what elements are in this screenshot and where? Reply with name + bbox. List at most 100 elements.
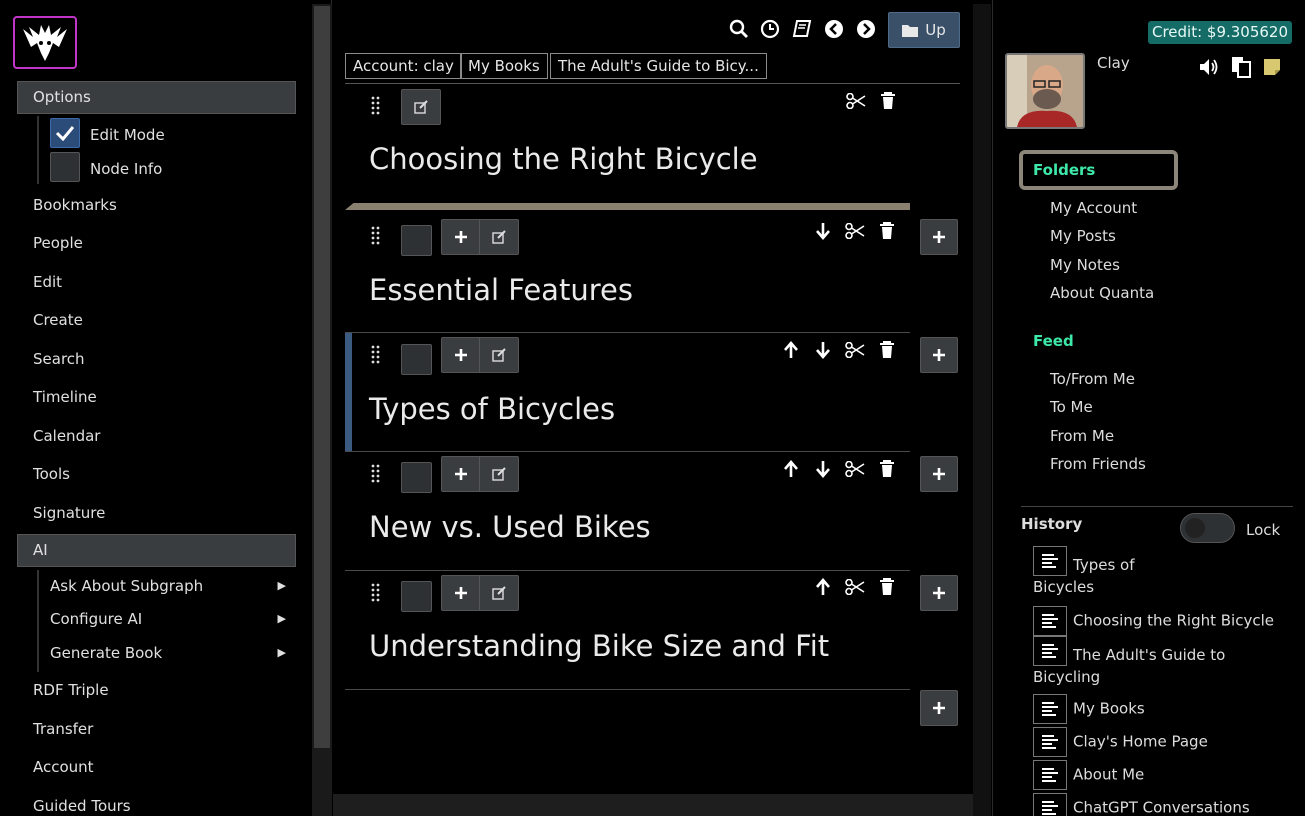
main-vertical-scrollbar[interactable]: [973, 4, 991, 816]
menu-generate-book[interactable]: Generate Book ▶: [50, 643, 290, 663]
menu-bookmarks[interactable]: Bookmarks: [33, 195, 117, 215]
cut-icon[interactable]: [844, 220, 866, 242]
menu-calendar[interactable]: Calendar: [33, 426, 100, 446]
insert-node-button[interactable]: [920, 575, 958, 611]
menu-edit[interactable]: Edit: [33, 272, 62, 292]
insert-node-button[interactable]: [920, 456, 958, 492]
up-button[interactable]: Up: [888, 12, 960, 48]
breadcrumb-account[interactable]: Account: clay: [345, 53, 462, 79]
history-item[interactable]: Clay's Home Page: [1033, 727, 1278, 757]
edit-icon[interactable]: [480, 576, 518, 610]
breadcrumb-my-books[interactable]: My Books: [460, 53, 548, 79]
delete-icon[interactable]: [876, 339, 898, 361]
menu-options[interactable]: Options: [17, 81, 296, 114]
app-logo[interactable]: [13, 16, 77, 69]
menu-create[interactable]: Create: [33, 310, 83, 330]
add-icon[interactable]: [442, 457, 480, 491]
speaker-icon[interactable]: [1198, 56, 1220, 78]
drag-handle-icon[interactable]: [371, 345, 381, 365]
history-item[interactable]: My Books: [1033, 694, 1278, 724]
main-horizontal-scrollbar[interactable]: [333, 794, 973, 816]
search-icon[interactable]: [728, 18, 750, 40]
node-1-title[interactable]: Essential Features: [369, 273, 633, 307]
add-icon[interactable]: [442, 220, 480, 254]
insert-node-button[interactable]: [920, 219, 958, 255]
delete-icon[interactable]: [876, 458, 898, 480]
edit-icon[interactable]: [480, 338, 518, 372]
delete-icon[interactable]: [876, 220, 898, 242]
history-item[interactable]: The Adult's Guide to Bicycling: [1033, 636, 1253, 688]
menu-tools[interactable]: Tools: [33, 464, 70, 484]
drag-handle-icon[interactable]: [371, 583, 381, 603]
menu-account[interactable]: Account: [33, 757, 94, 777]
credit-badge[interactable]: Credit: $9.305620: [1148, 21, 1292, 44]
delete-icon[interactable]: [876, 576, 898, 598]
move-down-icon[interactable]: [812, 220, 834, 242]
move-up-icon[interactable]: [780, 458, 802, 480]
menu-timeline[interactable]: Timeline: [33, 387, 97, 407]
link-about-quanta[interactable]: About Quanta: [1050, 284, 1154, 302]
history-item[interactable]: Choosing the Right Bicycle: [1033, 606, 1278, 636]
history-item[interactable]: ChatGPT Conversations: [1033, 793, 1278, 816]
node-0-title[interactable]: Choosing the Right Bicycle: [369, 142, 758, 176]
link-my-notes[interactable]: My Notes: [1050, 256, 1120, 274]
cut-icon[interactable]: [844, 576, 866, 598]
move-down-icon[interactable]: [812, 339, 834, 361]
menu-guided-tours[interactable]: Guided Tours: [33, 796, 131, 816]
cut-icon[interactable]: [844, 339, 866, 361]
history-item[interactable]: About Me: [1033, 760, 1278, 790]
book-icon[interactable]: [791, 18, 813, 40]
link-to-from-me[interactable]: To/From Me: [1050, 370, 1135, 388]
cut-icon[interactable]: [845, 90, 867, 112]
add-icon[interactable]: [442, 338, 480, 372]
menu-people[interactable]: People: [33, 233, 83, 253]
edit-icon[interactable]: [402, 90, 440, 124]
cut-icon[interactable]: [844, 458, 866, 480]
node-2-select-checkbox[interactable]: [401, 344, 432, 375]
link-my-account[interactable]: My Account: [1050, 199, 1137, 217]
add-icon[interactable]: [442, 576, 480, 610]
menu-ask-about-subgraph[interactable]: Ask About Subgraph ▶: [50, 576, 290, 596]
menu-transfer[interactable]: Transfer: [33, 719, 93, 739]
feed-heading[interactable]: Feed: [1033, 332, 1074, 350]
folders-heading[interactable]: Folders: [1033, 161, 1095, 179]
menu-configure-ai[interactable]: Configure AI ▶: [50, 609, 290, 629]
drag-handle-icon[interactable]: [371, 464, 381, 484]
node-1-select-checkbox[interactable]: [401, 225, 432, 256]
link-my-posts[interactable]: My Posts: [1050, 227, 1116, 245]
menu-rdf-triple[interactable]: RDF Triple: [33, 680, 109, 700]
history-icon[interactable]: [759, 18, 781, 40]
move-down-icon[interactable]: [812, 458, 834, 480]
lock-toggle[interactable]: [1180, 513, 1235, 543]
drag-handle-icon[interactable]: [371, 96, 381, 116]
menu-search[interactable]: Search: [33, 349, 85, 369]
user-name[interactable]: Clay: [1097, 54, 1130, 72]
back-icon[interactable]: [823, 18, 845, 40]
history-item[interactable]: Types of Bicycles: [1033, 546, 1173, 598]
menu-signature[interactable]: Signature: [33, 503, 105, 523]
move-up-icon[interactable]: [812, 576, 834, 598]
edit-icon[interactable]: [480, 457, 518, 491]
node-3-select-checkbox[interactable]: [401, 462, 432, 493]
node-info-checkbox[interactable]: [50, 152, 80, 182]
sticky-note-icon[interactable]: [1261, 56, 1283, 78]
delete-icon[interactable]: [877, 90, 899, 112]
forward-icon[interactable]: [855, 18, 877, 40]
move-up-icon[interactable]: [780, 339, 802, 361]
node-4-select-checkbox[interactable]: [401, 581, 432, 612]
left-scrollbar-thumb[interactable]: [314, 6, 330, 748]
menu-ai[interactable]: AI: [17, 534, 296, 567]
link-from-friends[interactable]: From Friends: [1050, 455, 1146, 473]
clipboard-icon[interactable]: [1230, 56, 1252, 78]
insert-node-end-button[interactable]: [920, 690, 958, 726]
edit-icon[interactable]: [480, 220, 518, 254]
node-3-title[interactable]: New vs. Used Bikes: [369, 510, 651, 544]
link-to-me[interactable]: To Me: [1050, 398, 1093, 416]
breadcrumb-current-book[interactable]: The Adult's Guide to Bicy...: [550, 53, 767, 79]
edit-mode-checkbox[interactable]: [50, 118, 80, 148]
avatar[interactable]: [1005, 53, 1085, 129]
node-2-title[interactable]: Types of Bicycles: [369, 392, 615, 426]
drag-handle-icon[interactable]: [371, 226, 381, 246]
node-4-title[interactable]: Understanding Bike Size and Fit: [369, 629, 829, 663]
link-from-me[interactable]: From Me: [1050, 427, 1114, 445]
